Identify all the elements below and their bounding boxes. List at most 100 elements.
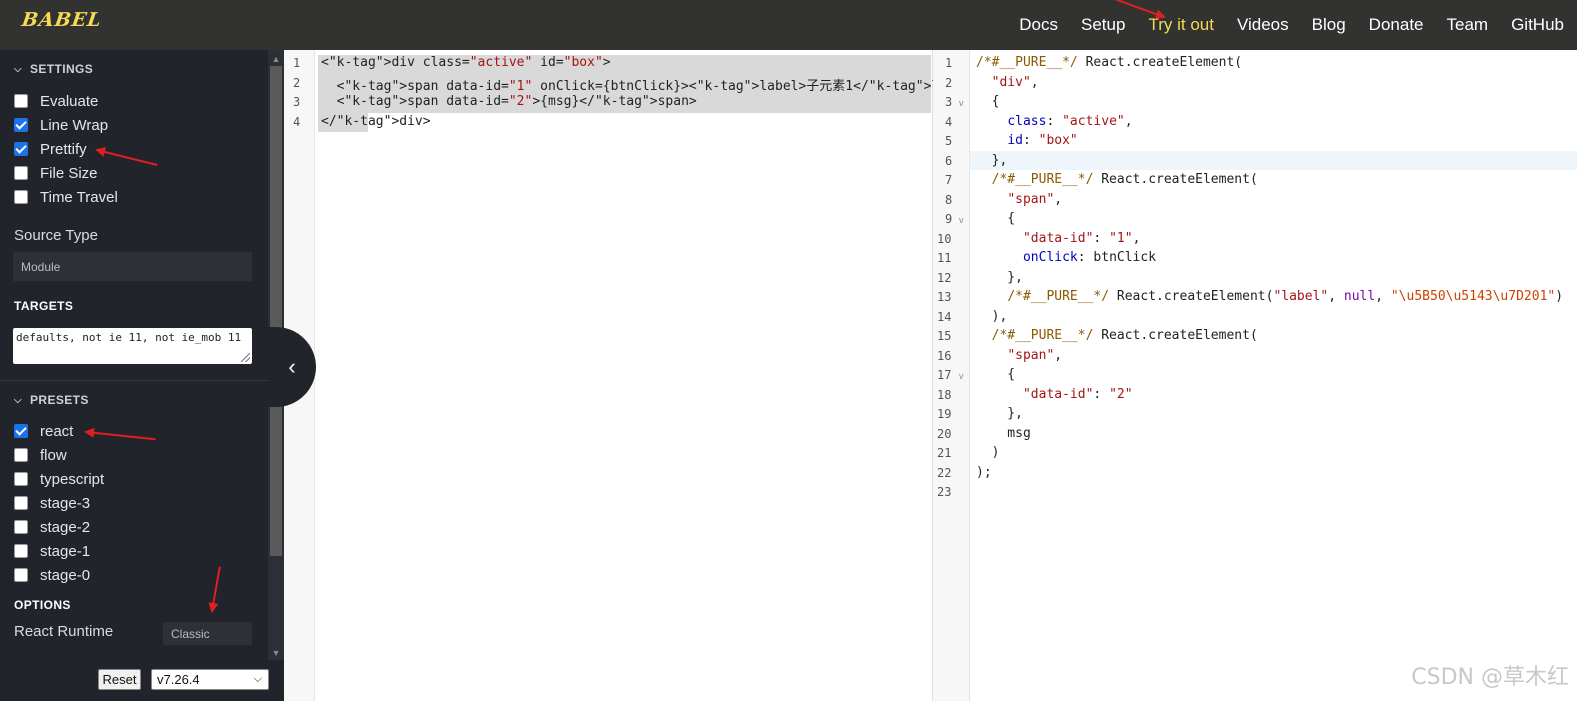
line-number: 23 [937,485,952,499]
line-number: 19 [937,407,952,421]
targets-value: defaults, not ie 11, not ie_mob 11 [16,331,242,344]
code-line: <"k-tag">div class="active" id="box"> [321,55,611,70]
option-evaluate[interactable]: Evaluate [14,91,98,111]
code-line: onClick: btnClick [1022,250,1157,265]
line-number: 21 [937,446,952,460]
source-type-label: Source Type [14,227,98,244]
settings-title: SETTINGS [29,62,94,76]
nav-team[interactable]: Team [1447,15,1489,35]
divider [0,380,268,381]
line-wrap-checkbox[interactable] [14,118,28,132]
code-line: }, [976,269,1023,285]
stage-0-checkbox[interactable] [14,568,28,582]
line-number: 1 [945,56,953,70]
prettify-checkbox[interactable] [14,142,28,156]
preset-stage-0[interactable]: stage-0 [14,565,90,585]
version-value: v7.26.4 [157,672,200,687]
top-nav-bar: BABEL Docs Setup Try it out Videos Blog … [0,0,1577,50]
targets-title: TARGETS [14,299,74,313]
preset-stage-2[interactable]: stage-2 [14,517,90,537]
code-line: id: "box" [1007,133,1078,148]
line-number: 15 [937,329,952,343]
evaluate-checkbox[interactable] [14,94,28,108]
line-number: 4 [293,114,301,129]
options-title: OPTIONS [14,598,71,612]
fold-icon[interactable]: v [959,371,964,381]
code-line: { [976,367,1016,382]
code-line: msg [976,425,1031,441]
babel-logo[interactable]: BABEL [20,9,103,31]
nav-docs[interactable]: Docs [1019,15,1058,35]
targets-input[interactable]: defaults, not ie 11, not ie_mob 11 [13,328,252,364]
chevron-down-icon: ⌵ [14,394,22,406]
resize-grip-icon[interactable] [241,353,250,362]
line-number: 9 [945,212,953,226]
fold-icon[interactable]: v [959,215,964,225]
react-checkbox[interactable] [14,424,28,438]
typescript-checkbox[interactable] [14,472,28,486]
line-number: 1 [293,56,301,70]
preset-react[interactable]: react [14,421,73,441]
flow-checkbox[interactable] [14,448,28,462]
scroll-down-icon[interactable]: ▼ [268,646,284,660]
fold-icon[interactable]: v [959,98,964,108]
nav-donate[interactable]: Donate [1369,15,1424,35]
code-line: "span", [1007,347,1063,363]
source-type-select[interactable]: Module [13,252,252,281]
code-line: <"k-tag">span data-id="2">{msg}</"k-tag"… [321,94,697,109]
nav-github[interactable]: GitHub [1511,15,1564,35]
stage-3-checkbox[interactable] [14,496,28,510]
file-size-checkbox[interactable] [14,166,28,180]
active-line-highlight [970,151,1577,170]
code-line: /*#__PURE__*/ React.createElement( [976,55,1243,70]
preset-label: stage-3 [40,494,91,512]
chevron-left-icon: ‹ [288,354,296,379]
time-travel-checkbox[interactable] [14,190,28,204]
line-number: 22 [937,465,952,480]
code-line: ), [976,308,1008,324]
line-number: 18 [937,387,952,402]
line-number: 2 [945,75,953,90]
option-label: Line Wrap [40,116,109,134]
code-line: "span", [1007,191,1063,207]
presets-section-header[interactable]: ⌵ PRESETS [14,393,89,407]
preset-stage-1[interactable]: stage-1 [14,541,90,561]
option-prettify[interactable]: Prettify [14,139,87,159]
line-number: 3 [945,95,953,109]
version-select[interactable]: v7.26.4 ⌵ [151,669,269,690]
option-label: Evaluate [40,92,99,110]
output-editor[interactable]: 1 /*#__PURE__*/ React.createElement(2 "di… [933,50,1577,701]
code-line: "data-id": "1", [1022,230,1141,246]
code-line: /*#__PURE__*/ React.createElement( [991,172,1258,187]
preset-flow[interactable]: flow [14,445,67,465]
stage-2-checkbox[interactable] [14,520,28,534]
settings-section-header[interactable]: ⌵ SETTINGS [14,62,93,76]
option-label: Prettify [40,140,87,158]
code-line: ) [976,445,1000,460]
scrollbar-thumb[interactable] [270,66,282,556]
main-nav: Docs Setup Try it out Videos Blog Donate… [1019,0,1577,50]
preset-stage-3[interactable]: stage-3 [14,493,90,513]
reset-button[interactable]: Reset [98,669,141,690]
line-number: 14 [937,309,952,324]
line-number: 10 [937,231,952,246]
stage-1-checkbox[interactable] [14,544,28,558]
option-line-wrap[interactable]: Line Wrap [14,115,108,135]
nav-setup[interactable]: Setup [1081,15,1125,35]
nav-blog[interactable]: Blog [1312,15,1346,35]
line-number: 8 [945,192,953,207]
scroll-up-icon[interactable]: ▲ [268,52,284,66]
preset-typescript[interactable]: typescript [14,469,104,489]
nav-videos[interactable]: Videos [1237,15,1289,35]
code-line: }, [976,406,1023,421]
code-line: /*#__PURE__*/ React.createElement("label… [1007,289,1564,304]
option-time-travel[interactable]: Time Travel [14,187,118,207]
preset-label: flow [40,446,67,464]
line-number: 13 [937,290,952,304]
react-runtime-select[interactable]: Classic [163,622,252,645]
option-file-size[interactable]: File Size [14,163,98,183]
input-editor[interactable]: 1 <"k-tag">div class="active" id="box"> 2 … [284,50,1096,701]
line-number: 6 [945,153,953,168]
chevron-down-icon: ⌵ [14,63,22,75]
line-number: 20 [937,426,952,441]
